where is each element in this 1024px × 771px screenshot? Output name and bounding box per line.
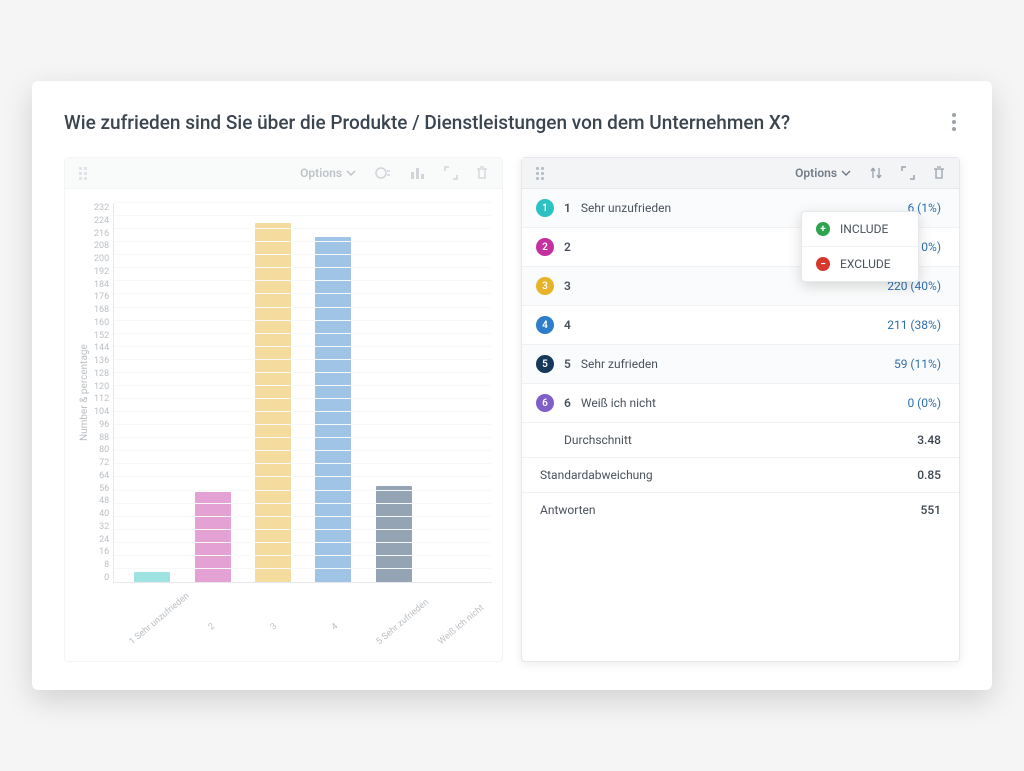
- drag-handle-icon[interactable]: [536, 167, 544, 180]
- stat-row: Durchschnitt 3.48: [522, 423, 959, 458]
- x-tick-label: 4: [313, 607, 392, 688]
- y-axis: 0816243240485664728088961041121201281361…: [94, 203, 113, 583]
- results-toolbar: Options: [522, 158, 959, 189]
- trash-icon[interactable]: [476, 166, 488, 180]
- option-label: Sehr zufrieden: [581, 357, 658, 371]
- stat-value: 0.85: [917, 468, 941, 482]
- stat-row: Standardabweichung 0.85: [522, 458, 959, 493]
- option-badge: 4: [536, 316, 554, 334]
- option-badge: 2: [536, 238, 554, 256]
- stat-label: Standardabweichung: [536, 468, 653, 482]
- option-value: 59 (11%): [894, 357, 941, 371]
- panels: Options Number & percentage: [64, 157, 960, 662]
- exclude-label: EXCLUDE: [840, 257, 891, 271]
- option-number: 6: [564, 396, 571, 410]
- expand-icon[interactable]: [444, 166, 458, 180]
- exclude-option[interactable]: − EXCLUDE: [802, 247, 918, 281]
- table-row[interactable]: 55 Sehr zufrieden 59 (11%): [522, 345, 959, 384]
- chart-type-icon[interactable]: [410, 166, 426, 180]
- option-number: 3: [564, 279, 571, 293]
- option-number: 1: [564, 201, 571, 215]
- x-tick-label: Weiß ich nicht: [437, 607, 516, 688]
- table-row[interactable]: 44 211 (38%): [522, 306, 959, 345]
- x-tick-label: 1 Sehr unzufrieden: [128, 607, 207, 688]
- plot-area: [113, 203, 492, 583]
- trash-icon[interactable]: [933, 166, 945, 180]
- sort-icon[interactable]: [869, 166, 883, 180]
- stat-value: 551: [921, 503, 941, 517]
- stat-label: Durchschnitt: [536, 433, 632, 447]
- include-label: INCLUDE: [840, 222, 888, 236]
- option-number: 2: [564, 240, 571, 254]
- chart: Number & percentage 08162432404856647280…: [65, 189, 502, 661]
- chevron-down-icon: [346, 168, 356, 178]
- stat-label: Antworten: [536, 503, 596, 517]
- option-label: Sehr unzufrieden: [581, 201, 671, 215]
- kebab-menu-icon[interactable]: [948, 109, 960, 135]
- stat-row: Antworten 551: [522, 493, 959, 527]
- header: Wie zufrieden sind Sie über die Produkte…: [64, 109, 960, 135]
- options-button[interactable]: Options: [300, 166, 356, 180]
- option-badge: 6: [536, 394, 554, 412]
- chevron-down-icon: [841, 168, 851, 178]
- option-number: 5: [564, 357, 571, 371]
- option-badge: 5: [536, 355, 554, 373]
- options-label: Options: [300, 166, 342, 180]
- drag-handle-icon[interactable]: [79, 167, 87, 180]
- option-label: Weiß ich nicht: [581, 396, 656, 410]
- x-tick-label: 5 Sehr zufrieden: [375, 607, 454, 688]
- plus-icon: +: [816, 222, 830, 236]
- filter-popup: + INCLUDE − EXCLUDE: [801, 211, 919, 282]
- y-axis-label: Number & percentage: [75, 203, 94, 583]
- table-row[interactable]: 66 Weiß ich nicht 0 (0%): [522, 384, 959, 423]
- include-option[interactable]: + INCLUDE: [802, 212, 918, 247]
- option-badge: 3: [536, 277, 554, 295]
- results-table: + INCLUDE − EXCLUDE 11Sehr unzufrieden6 …: [522, 189, 959, 527]
- bar[interactable]: [134, 572, 170, 582]
- bar[interactable]: [315, 237, 351, 582]
- chart-panel: Options Number & percentage: [64, 157, 503, 662]
- minus-icon: −: [816, 257, 830, 271]
- expand-icon[interactable]: [901, 166, 915, 180]
- chart-config-icon[interactable]: [374, 166, 392, 180]
- chart-toolbar: Options: [65, 158, 502, 189]
- option-value: 0 (0%): [907, 396, 941, 410]
- x-tick-label: 2: [189, 607, 268, 688]
- x-axis: 1 Sehr unzufrieden2345 Sehr zufriedenWei…: [75, 583, 492, 653]
- option-badge: 1: [536, 199, 554, 217]
- stat-value: 3.48: [917, 433, 941, 447]
- question-title: Wie zufrieden sind Sie über die Produkte…: [64, 111, 790, 134]
- option-number: 4: [564, 318, 571, 332]
- question-card: Wie zufrieden sind Sie über die Produkte…: [32, 81, 992, 690]
- options-button[interactable]: Options: [795, 166, 851, 180]
- results-panel: Options + INCLUDE: [521, 157, 960, 662]
- options-label: Options: [795, 166, 837, 180]
- option-value: 211 (38%): [887, 318, 941, 332]
- bars: [114, 203, 492, 582]
